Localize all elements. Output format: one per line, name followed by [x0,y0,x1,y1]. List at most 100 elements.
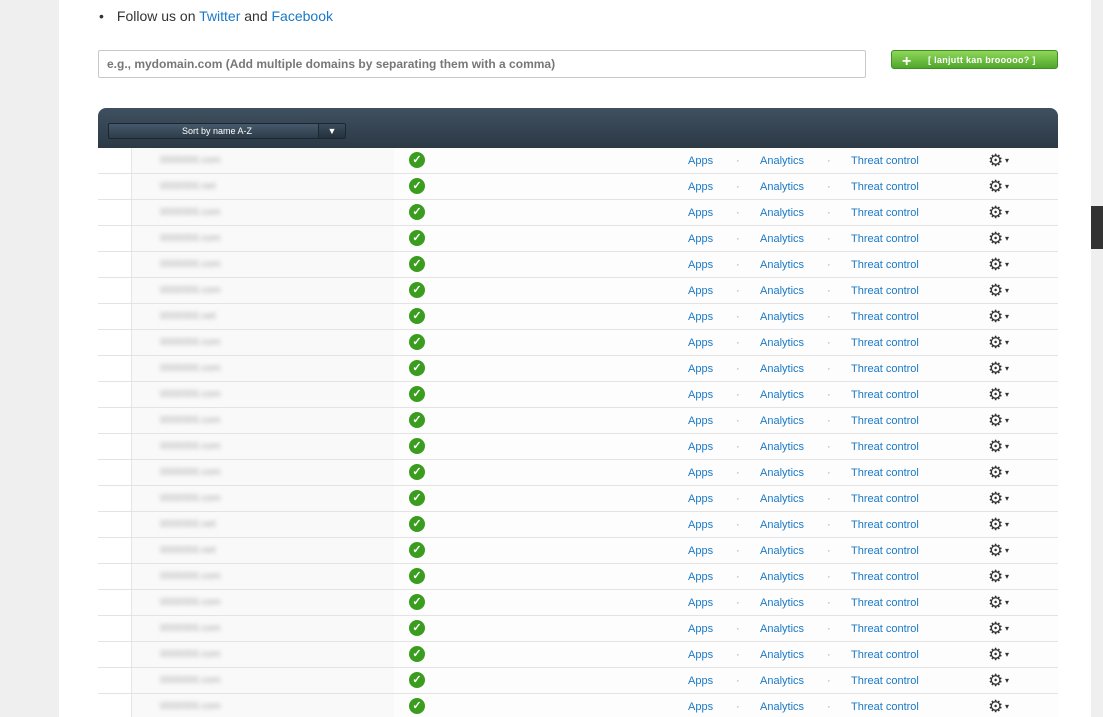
threat-control-link[interactable]: Threat control [851,155,919,167]
analytics-link[interactable]: Analytics [760,311,804,323]
apps-link[interactable]: Apps [688,285,713,297]
domain-name[interactable]: 0000000.com [160,701,221,712]
gear-icon[interactable]: ⚙ [988,334,1003,351]
gear-icon[interactable]: ⚙ [988,698,1003,715]
caret-down-icon[interactable]: ▾ [1005,650,1009,659]
analytics-link[interactable]: Analytics [760,545,804,557]
threat-control-link[interactable]: Threat control [851,519,919,531]
analytics-link[interactable]: Analytics [760,363,804,375]
analytics-link[interactable]: Analytics [760,571,804,583]
row-select-cell[interactable] [98,356,132,381]
caret-down-icon[interactable]: ▾ [1005,520,1009,529]
gear-icon[interactable]: ⚙ [988,282,1003,299]
threat-control-link[interactable]: Threat control [851,259,919,271]
threat-control-link[interactable]: Threat control [851,701,919,713]
domain-name[interactable]: 0000000.com [160,623,221,634]
caret-down-icon[interactable]: ▾ [1005,234,1009,243]
caret-down-icon[interactable]: ▾ [1005,494,1009,503]
row-select-cell[interactable] [98,200,132,225]
analytics-link[interactable]: Analytics [760,155,804,167]
apps-link[interactable]: Apps [688,519,713,531]
apps-link[interactable]: Apps [688,441,713,453]
analytics-link[interactable]: Analytics [760,701,804,713]
row-select-cell[interactable] [98,174,132,199]
apps-link[interactable]: Apps [688,701,713,713]
analytics-link[interactable]: Analytics [760,649,804,661]
analytics-link[interactable]: Analytics [760,389,804,401]
row-select-cell[interactable] [98,564,132,589]
threat-control-link[interactable]: Threat control [851,389,919,401]
caret-down-icon[interactable]: ▾ [1005,364,1009,373]
gear-icon[interactable]: ⚙ [988,178,1003,195]
threat-control-link[interactable]: Threat control [851,545,919,557]
gear-icon[interactable]: ⚙ [988,542,1003,559]
threat-control-link[interactable]: Threat control [851,467,919,479]
domain-name[interactable]: 0000000.com [160,389,221,400]
row-select-cell[interactable] [98,330,132,355]
gear-icon[interactable]: ⚙ [988,594,1003,611]
domain-name[interactable]: 0000000.com [160,259,221,270]
threat-control-link[interactable]: Threat control [851,415,919,427]
domain-name[interactable]: 0000000.com [160,649,221,660]
threat-control-link[interactable]: Threat control [851,493,919,505]
caret-down-icon[interactable]: ▾ [1005,442,1009,451]
gear-icon[interactable]: ⚙ [988,256,1003,273]
row-select-cell[interactable] [98,694,132,717]
apps-link[interactable]: Apps [688,155,713,167]
sort-select[interactable]: Sort by name A-Z ▼ [108,123,346,139]
twitter-link[interactable]: Twitter [199,8,240,24]
caret-down-icon[interactable]: ▾ [1005,624,1009,633]
apps-link[interactable]: Apps [688,259,713,271]
apps-link[interactable]: Apps [688,675,713,687]
caret-down-icon[interactable]: ▾ [1005,312,1009,321]
threat-control-link[interactable]: Threat control [851,441,919,453]
gear-icon[interactable]: ⚙ [988,308,1003,325]
analytics-link[interactable]: Analytics [760,337,804,349]
caret-down-icon[interactable]: ▾ [1005,182,1009,191]
apps-link[interactable]: Apps [688,649,713,661]
row-select-cell[interactable] [98,382,132,407]
caret-down-icon[interactable]: ▾ [1005,546,1009,555]
apps-link[interactable]: Apps [688,207,713,219]
domain-name[interactable]: 0000000.com [160,493,221,504]
domain-name[interactable]: 0000000.com [160,441,221,452]
domain-name[interactable]: 0000000.net [160,545,216,556]
gear-icon[interactable]: ⚙ [988,620,1003,637]
analytics-link[interactable]: Analytics [760,441,804,453]
apps-link[interactable]: Apps [688,337,713,349]
row-select-cell[interactable] [98,642,132,667]
domain-name[interactable]: 0000000.com [160,207,221,218]
gear-icon[interactable]: ⚙ [988,672,1003,689]
row-select-cell[interactable] [98,616,132,641]
analytics-link[interactable]: Analytics [760,259,804,271]
row-select-cell[interactable] [98,148,132,173]
analytics-link[interactable]: Analytics [760,415,804,427]
add-domain-input[interactable] [98,50,866,78]
apps-link[interactable]: Apps [688,623,713,635]
gear-icon[interactable]: ⚙ [988,412,1003,429]
gear-icon[interactable]: ⚙ [988,230,1003,247]
threat-control-link[interactable]: Threat control [851,285,919,297]
gear-icon[interactable]: ⚙ [988,646,1003,663]
threat-control-link[interactable]: Threat control [851,181,919,193]
domain-name[interactable]: 0000000.net [160,181,216,192]
gear-icon[interactable]: ⚙ [988,516,1003,533]
apps-link[interactable]: Apps [688,233,713,245]
caret-down-icon[interactable]: ▾ [1005,390,1009,399]
apps-link[interactable]: Apps [688,493,713,505]
analytics-link[interactable]: Analytics [760,233,804,245]
analytics-link[interactable]: Analytics [760,519,804,531]
row-select-cell[interactable] [98,434,132,459]
analytics-link[interactable]: Analytics [760,623,804,635]
threat-control-link[interactable]: Threat control [851,571,919,583]
domain-name[interactable]: 0000000.com [160,571,221,582]
caret-down-icon[interactable]: ▾ [1005,676,1009,685]
caret-down-icon[interactable]: ▾ [1005,208,1009,217]
analytics-link[interactable]: Analytics [760,181,804,193]
threat-control-link[interactable]: Threat control [851,311,919,323]
domain-name[interactable]: 0000000.com [160,155,221,166]
caret-down-icon[interactable]: ▾ [1005,468,1009,477]
scrollbar-thumb[interactable] [1091,206,1103,249]
caret-down-icon[interactable]: ▾ [1005,572,1009,581]
row-select-cell[interactable] [98,538,132,563]
